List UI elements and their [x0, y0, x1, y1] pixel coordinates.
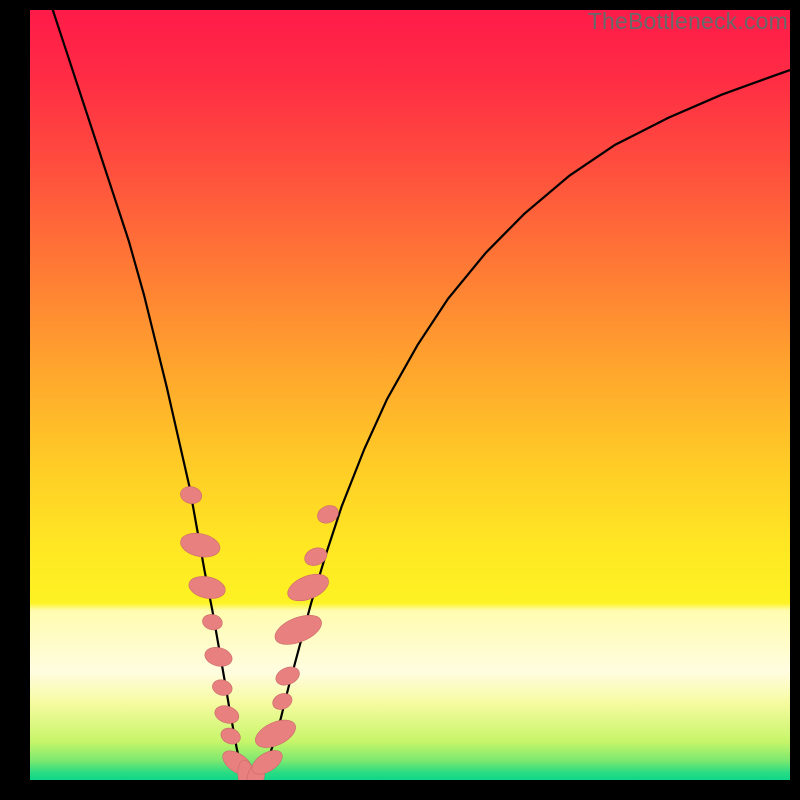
- gradient-background: [30, 10, 790, 780]
- bottleneck-chart: [30, 10, 790, 780]
- watermark-text: TheBottleneck.com: [588, 8, 788, 35]
- chart-frame: [30, 10, 790, 780]
